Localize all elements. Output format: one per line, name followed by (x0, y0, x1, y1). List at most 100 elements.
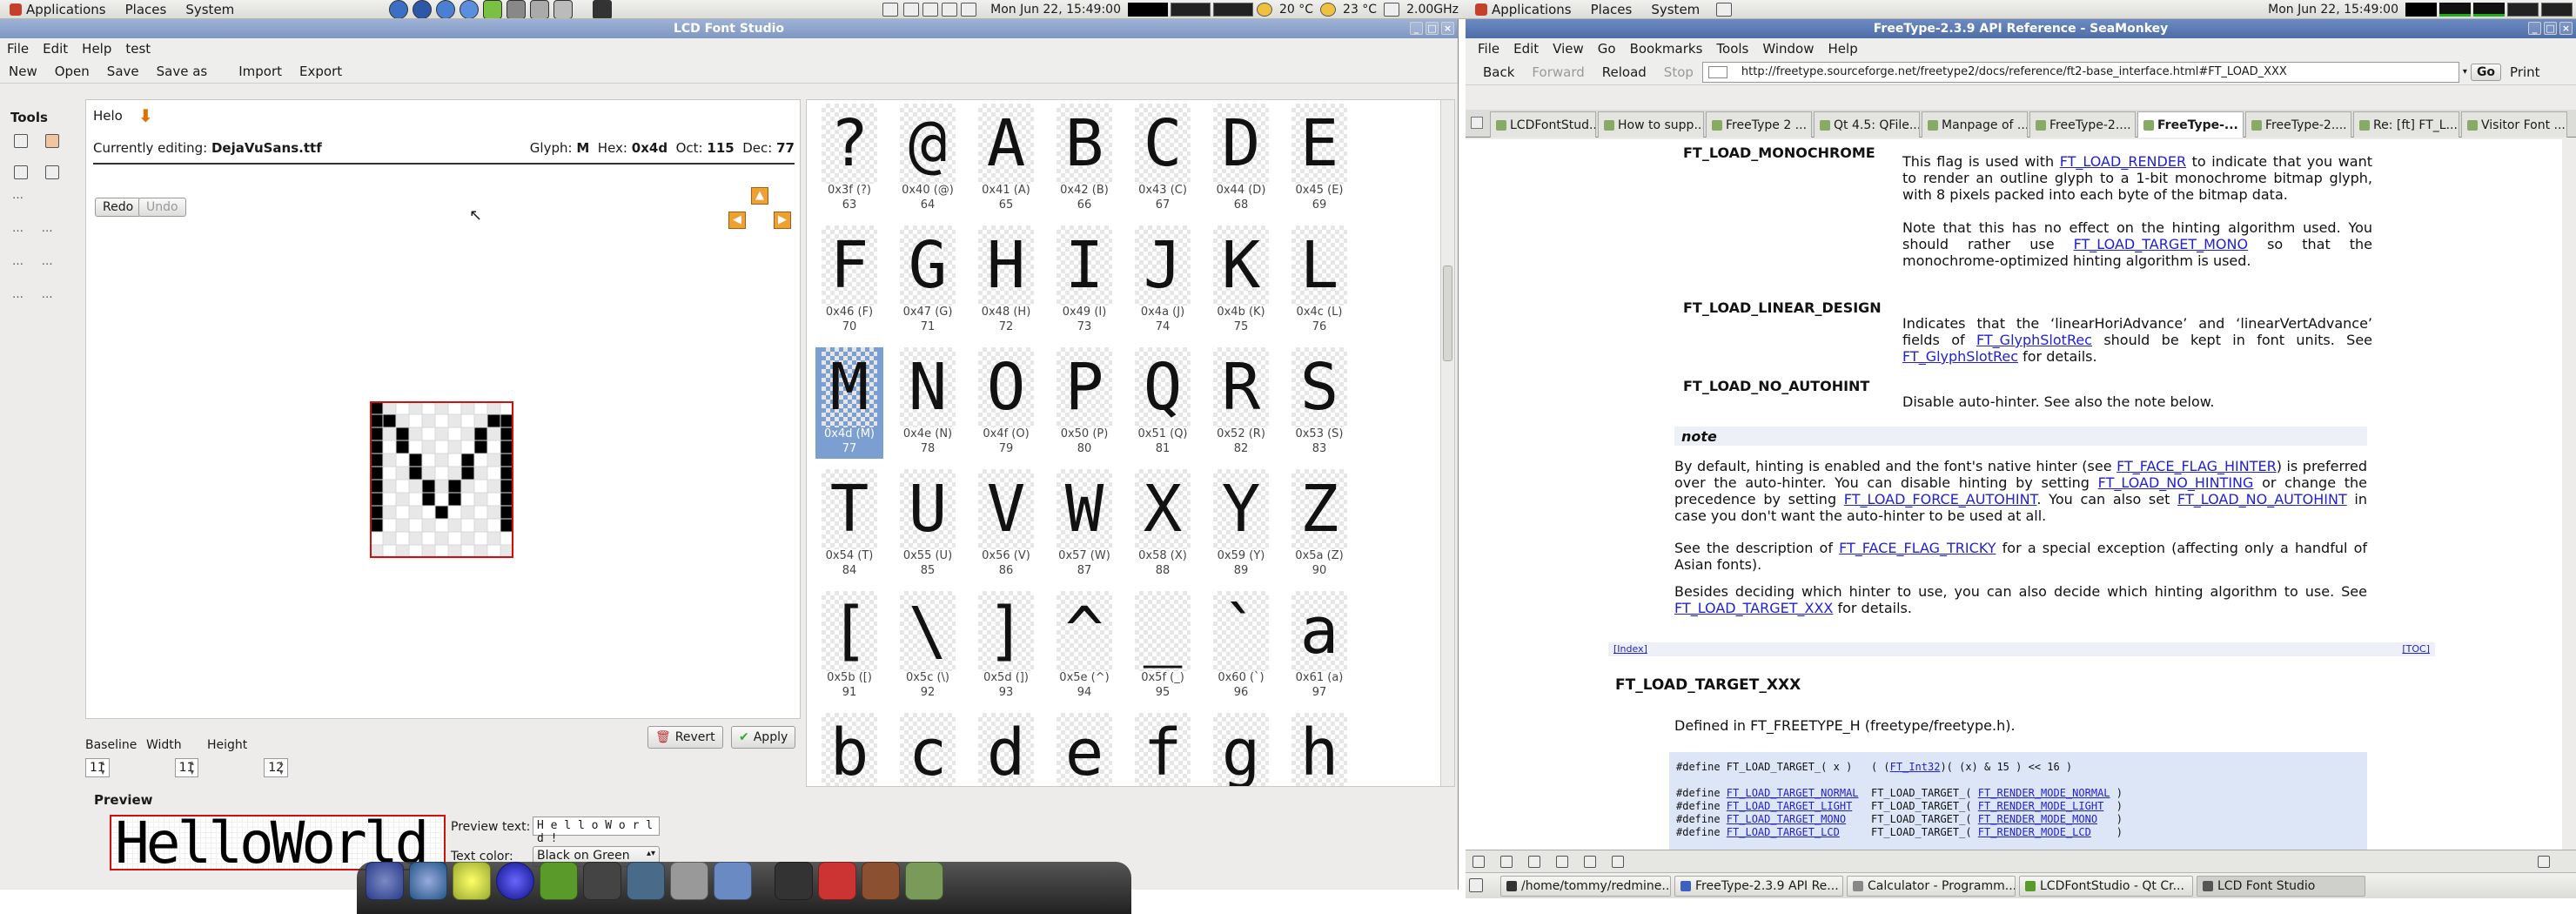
glyph-cell[interactable]: D 0x44 (D) 68 (1207, 104, 1275, 215)
system-menu[interactable]: System (1641, 0, 1709, 18)
menu-go[interactable]: Go (1591, 41, 1623, 57)
pixel-cell[interactable] (408, 544, 423, 559)
browser-tab[interactable]: FreeType-2.... (2245, 111, 2351, 138)
menu-edit[interactable]: Edit (36, 41, 75, 57)
pixel-cell[interactable] (408, 413, 423, 428)
pixel-cell[interactable] (486, 401, 501, 415)
new-tab-icon[interactable] (1471, 117, 1483, 129)
pixel-cell[interactable] (395, 453, 410, 467)
glyph-pixel-grid[interactable] (370, 401, 514, 560)
pixel-cell[interactable] (370, 401, 384, 415)
link-no-hinting[interactable]: FT_LOAD_NO_HINTING (2098, 474, 2254, 491)
status-icon[interactable] (1584, 855, 1596, 868)
save-as-button[interactable]: Save as (148, 64, 217, 79)
pixel-cell[interactable] (500, 544, 514, 559)
pixel-cell[interactable] (486, 479, 501, 494)
stop-button[interactable]: Stop (1655, 64, 1702, 80)
pixel-cell[interactable] (460, 440, 475, 454)
glyph-cell[interactable]: R 0x52 (R) 82 (1207, 347, 1275, 459)
calculator-icon[interactable] (670, 862, 708, 900)
code-link[interactable]: FT_RENDER_MODE_NORMAL (1978, 787, 2110, 799)
pixel-cell[interactable] (370, 492, 384, 507)
pixel-cell[interactable] (486, 531, 501, 546)
pixel-cell[interactable] (434, 440, 449, 454)
pixel-cell[interactable] (473, 413, 488, 428)
link-ft-glyphslotrec-2[interactable]: FT_GlyphSlotRec (1902, 348, 2018, 365)
pixel-cell[interactable] (370, 453, 384, 467)
browser-tab[interactable]: Qt 4.5: QFile... (1814, 111, 1920, 138)
pixel-cell[interactable] (421, 440, 436, 454)
network-icon[interactable] (903, 2, 920, 17)
pixel-cell[interactable] (486, 505, 501, 520)
pixel-cell[interactable] (370, 531, 384, 546)
pixel-cell[interactable] (473, 401, 488, 415)
reload-button[interactable]: Reload (1593, 64, 1655, 80)
pixel-cell[interactable] (421, 518, 436, 533)
glyph-cell[interactable]: g (1207, 713, 1275, 786)
pixel-cell[interactable] (486, 518, 501, 533)
export-button[interactable]: Export (291, 64, 351, 79)
arrow-down-icon[interactable]: ⬇ (138, 105, 153, 126)
shift-up-icon[interactable]: ▲ (751, 187, 768, 205)
pixel-cell[interactable] (473, 427, 488, 441)
browser-tab[interactable]: FreeType-2.... (2029, 111, 2136, 138)
browser-tab[interactable]: FreeType 2 ... (1706, 111, 1812, 138)
pixel-cell[interactable] (421, 531, 436, 546)
pixel-cell[interactable] (382, 427, 397, 441)
pixel-cell[interactable] (382, 492, 397, 507)
menu-help[interactable]: Help (75, 41, 118, 57)
url-bar[interactable]: http://freetype.sourceforge.net/freetype… (1701, 61, 2459, 83)
window-titlebar[interactable]: LCD Font Studio _ □ × (0, 19, 1458, 38)
pixel-cell[interactable] (460, 401, 475, 415)
minimize-button[interactable]: _ (1410, 22, 1423, 35)
pixel-cell[interactable] (382, 518, 397, 533)
pixel-cell[interactable] (395, 518, 410, 533)
dock-app-icon[interactable] (453, 862, 491, 900)
system-menu[interactable]: System (176, 0, 244, 18)
pixel-cell[interactable] (408, 427, 423, 441)
launcher-icon[interactable] (483, 0, 503, 18)
code-link[interactable]: FT_RENDER_MODE_LCD (1978, 826, 2091, 838)
preview-text-input[interactable]: H e l l o W o r l d ! (533, 817, 660, 845)
pixel-cell[interactable] (434, 518, 449, 533)
pixel-cell[interactable] (500, 518, 514, 533)
pixel-cell[interactable] (382, 531, 397, 546)
pixel-cell[interactable] (500, 413, 514, 428)
browser-tab[interactable]: FreeType-... (2137, 111, 2244, 138)
pixel-cell[interactable] (434, 453, 449, 467)
pixel-cell[interactable] (395, 505, 410, 520)
pixel-cell[interactable] (447, 518, 462, 533)
status-icon[interactable] (1556, 855, 1568, 868)
pixel-cell[interactable] (421, 427, 436, 441)
link-face-flag-tricky[interactable]: FT_FACE_FLAG_TRICKY (1839, 540, 1996, 556)
shift-left-icon[interactable]: ◀ (728, 212, 746, 229)
pixel-cell[interactable] (486, 544, 501, 559)
places-menu[interactable]: Places (1581, 0, 1642, 18)
status-icon[interactable] (1500, 855, 1513, 868)
menu-tools[interactable]: Tools (1709, 41, 1755, 57)
pixel-cell[interactable] (460, 413, 475, 428)
pixel-cell[interactable] (421, 401, 436, 415)
pixel-cell[interactable] (500, 531, 514, 546)
show-desktop-icon[interactable] (1469, 878, 1483, 892)
pixel-cell[interactable] (408, 440, 423, 454)
pixel-cell[interactable] (460, 492, 475, 507)
pixel-cell[interactable] (447, 531, 462, 546)
security-icon[interactable] (2538, 855, 2550, 868)
pixel-cell[interactable] (395, 413, 410, 428)
import-button[interactable]: Import (230, 64, 291, 79)
pixel-cell[interactable] (473, 466, 488, 481)
browser-tab[interactable]: Visitor Font ... (2461, 111, 2567, 138)
menu-window[interactable]: Window (1755, 41, 1821, 57)
mail-icon[interactable] (882, 2, 899, 17)
pixel-cell[interactable] (382, 466, 397, 481)
glyph-cell[interactable]: d (972, 713, 1040, 786)
pixel-cell[interactable] (421, 413, 436, 428)
link-ft-load-render[interactable]: FT_LOAD_RENDER (2060, 153, 2186, 170)
height-spinbox[interactable]: 12 (264, 758, 289, 777)
pixel-cell[interactable] (473, 544, 488, 559)
close-button[interactable]: × (1441, 22, 1454, 35)
pixel-cell[interactable] (370, 466, 384, 481)
pixel-cell[interactable] (395, 479, 410, 494)
pixel-cell[interactable] (421, 466, 436, 481)
